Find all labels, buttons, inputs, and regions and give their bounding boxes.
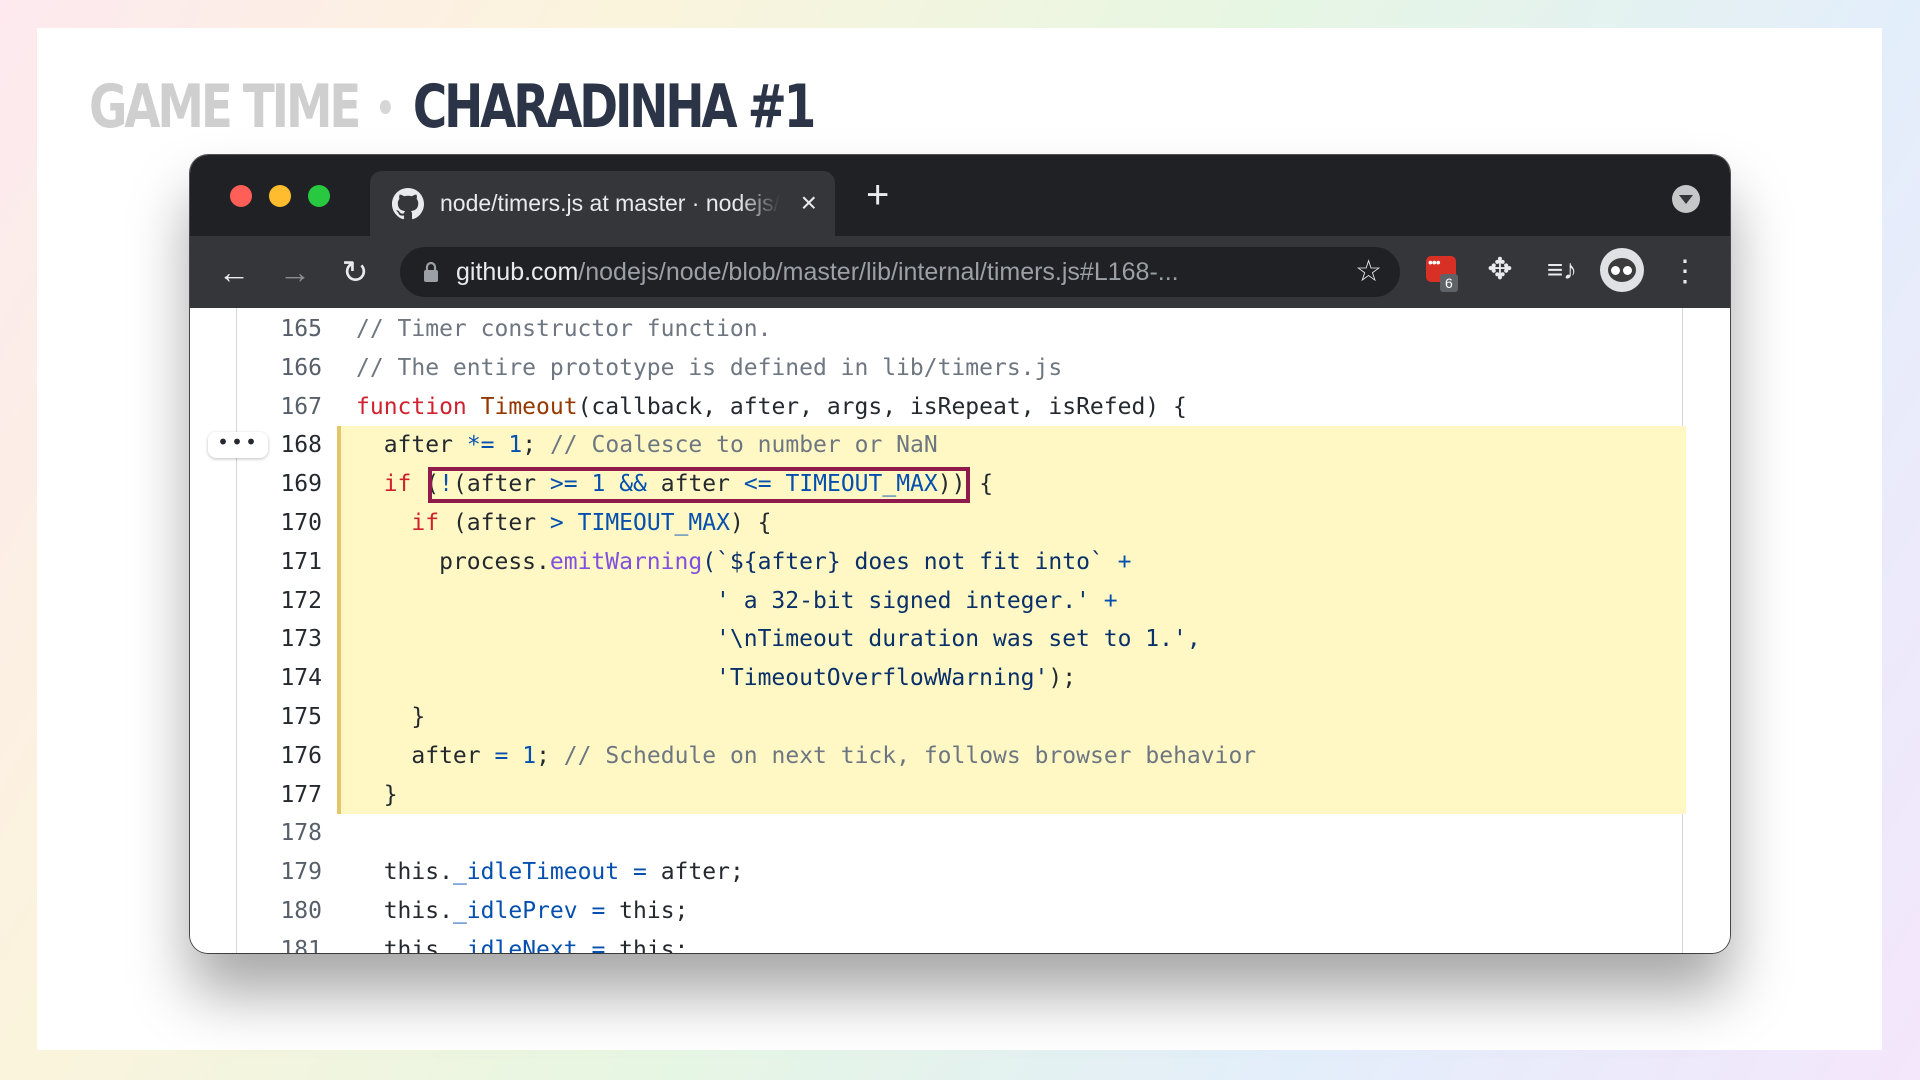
reload-icon[interactable]: ↻: [333, 250, 377, 294]
code-line: 181 this._idleNext = this;: [190, 931, 1730, 953]
tab-bar: node/timers.js at master · nodejs/node ×…: [190, 155, 1730, 236]
url-text[interactable]: github.com/nodejs/node/blob/master/lib/i…: [456, 258, 1336, 287]
line-number[interactable]: 181: [250, 931, 322, 953]
more-menu-icon[interactable]: ⋮: [1670, 250, 1700, 294]
line-number[interactable]: 170: [250, 504, 322, 543]
avatar-icon[interactable]: [1600, 248, 1644, 292]
line-number[interactable]: 171: [250, 543, 322, 582]
code-block: 165// Timer constructor function. 166// …: [190, 310, 1730, 953]
puzzle-icon[interactable]: ✥: [1480, 250, 1520, 290]
code-line-highlighted: 174 'TimeoutOverflowWarning');: [190, 659, 1730, 698]
line-number[interactable]: 165: [250, 310, 322, 349]
line-number[interactable]: 166: [250, 349, 322, 388]
line-number[interactable]: 180: [250, 892, 322, 931]
slide-title: GAME TIME CHARADINHA #1: [89, 62, 816, 152]
line-number[interactable]: 174: [250, 659, 322, 698]
url-path: /nodejs/node/blob/master/lib/internal/ti…: [578, 257, 1179, 286]
github-icon: [392, 187, 424, 219]
back-arrow-icon[interactable]: ←: [212, 250, 256, 294]
code-line-highlighted: 176 after = 1; // Schedule on next tick,…: [190, 736, 1730, 776]
code-line-highlighted: ••• 168 after *= 1; // Coalesce to number…: [190, 426, 1730, 466]
line-number[interactable]: 177: [250, 776, 322, 815]
line-number[interactable]: 168: [250, 426, 322, 465]
code-line-highlighted: 177 }: [190, 775, 1730, 815]
code-line: 166// The entire prototype is defined in…: [190, 349, 1730, 388]
page-title: CHARADINHA #1: [412, 72, 816, 142]
line-number[interactable]: 176: [250, 737, 322, 776]
forward-arrow-icon[interactable]: →: [273, 250, 317, 294]
code-line-highlighted: 170 if (after > TIMEOUT_MAX) {: [190, 503, 1730, 543]
code-line-highlighted: 169 if (!(after >= 1 && after <= TIMEOUT…: [190, 465, 1730, 504]
maximize-window-button[interactable]: [308, 185, 330, 207]
line-number[interactable]: 169: [250, 465, 322, 504]
extension-badge: 6: [1440, 274, 1458, 292]
line-number[interactable]: 173: [250, 620, 322, 659]
line-number[interactable]: 172: [250, 582, 322, 621]
minimize-window-button[interactable]: [269, 185, 291, 207]
url-host: github.com: [456, 257, 579, 286]
tab-active[interactable]: node/timers.js at master · nodejs/node ×: [370, 171, 835, 236]
code-viewer: 165// Timer constructor function. 166// …: [190, 308, 1730, 953]
code-line-highlighted: 171 process.emitWarning(`${after} does n…: [190, 542, 1730, 582]
code-line: 167 function Timeout(callback, after, arg…: [190, 388, 1730, 427]
section-label: GAME TIME: [89, 72, 361, 142]
line-number[interactable]: 175: [250, 698, 322, 737]
toolbar: ← → ↻ github.com/nodejs/node/blob/master…: [190, 236, 1730, 308]
code-line: 180 this._idlePrev = this;: [190, 892, 1730, 931]
title-separator-dot: [380, 100, 392, 114]
star-icon[interactable]: ☆: [1355, 256, 1382, 288]
code-line: 165// Timer constructor function.: [190, 310, 1730, 349]
tab-search-icon[interactable]: [1672, 185, 1700, 213]
code-line-highlighted: 173 '\nTimeout duration was set to 1.',: [190, 620, 1730, 660]
code-line-highlighted: 172 ' a 32-bit signed integer.' +: [190, 581, 1730, 621]
tab-close-icon[interactable]: ×: [801, 187, 817, 219]
lock-icon[interactable]: [422, 261, 440, 283]
code-line: 179 this._idleTimeout = after;: [190, 853, 1730, 892]
line-number[interactable]: 167: [250, 388, 322, 427]
line-number[interactable]: 178: [250, 814, 322, 853]
code-line-highlighted: 175 }: [190, 697, 1730, 737]
new-tab-button[interactable]: +: [866, 173, 889, 217]
extension-red-icon[interactable]: 6: [1422, 250, 1462, 292]
media-control-icon[interactable]: ≡♪: [1542, 250, 1582, 290]
tab-title: node/timers.js at master · nodejs/node: [440, 190, 780, 216]
annotation-highlight-box: [428, 467, 970, 504]
close-window-button[interactable]: [230, 185, 252, 207]
line-number[interactable]: 179: [250, 853, 322, 892]
code-line: 178: [190, 814, 1730, 853]
address-bar[interactable]: github.com/nodejs/node/blob/master/lib/i…: [400, 247, 1400, 297]
browser-window: node/timers.js at master · nodejs/node ×…: [190, 155, 1730, 953]
